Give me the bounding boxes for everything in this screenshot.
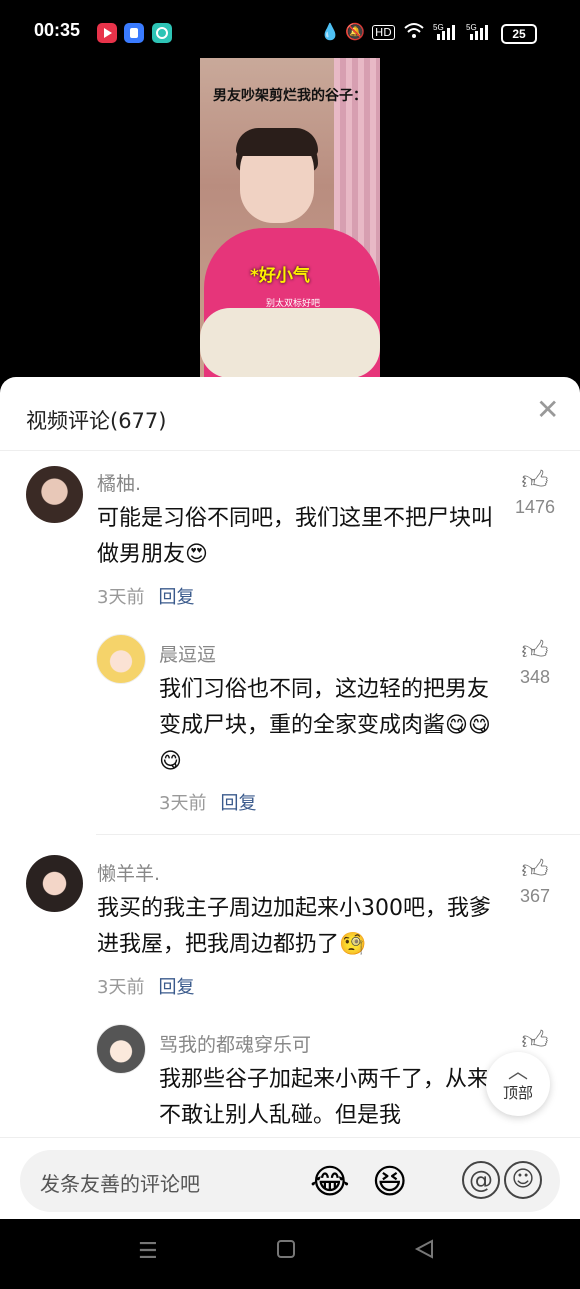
thumbs-up-icon: 👍︎ [521, 466, 549, 496]
droplet-icon: 💧 [320, 22, 340, 41]
bell-off-icon: 🔕 [345, 22, 365, 41]
comment-meta: 3天前 回复 [97, 583, 194, 609]
like-button[interactable]: 👍︎ 348 [505, 635, 565, 688]
avatar[interactable] [96, 1024, 146, 1074]
reply-button[interactable]: 回复 [158, 977, 194, 998]
comment-input[interactable]: 发条友善的评论吧 😂 😆 @ ☺ [20, 1150, 560, 1212]
comments-sheet: 视频评论(677) ✕ 橘柚. 可能是习俗不同吧，我们这里不把尸块叫做男朋友😍 … [0, 377, 580, 1219]
back-to-top-button[interactable]: ︿ 顶部 [486, 1052, 550, 1116]
svg-text:5G: 5G [466, 23, 477, 32]
comment-time: 3天前 [97, 977, 145, 998]
video-caption: *好小气 [250, 266, 310, 286]
clock: 00:35 [34, 20, 81, 40]
avatar[interactable] [96, 634, 146, 684]
comment-time: 3天前 [159, 793, 207, 814]
reply-button[interactable]: 回复 [158, 587, 194, 608]
comments-title: 视频评论(677) [26, 409, 167, 433]
wifi-icon [403, 22, 425, 44]
comment-text: 我那些谷子加起来小两千了，从来不敢让别人乱碰。但是我 [159, 1067, 490, 1128]
video-caption-sub: 别太双标好吧 [266, 299, 321, 309]
like-count: 367 [519, 886, 551, 906]
thumbs-up-icon: 👍︎ [521, 636, 549, 666]
video-bangs [236, 128, 318, 156]
comment-meta: 3天前 回复 [97, 973, 194, 999]
reply-button[interactable]: 回复 [220, 793, 256, 814]
mention-icon[interactable]: @ [462, 1161, 500, 1199]
comment-username[interactable]: 橘柚. [97, 469, 141, 496]
menu-icon[interactable]: ☰ [138, 1239, 158, 1264]
thumbs-up-icon: 👍︎ [521, 855, 549, 885]
back-triangle-icon[interactable] [414, 1239, 434, 1265]
emoji-grin-squint-icon[interactable]: 😆 [372, 1162, 407, 1202]
like-button[interactable]: 👍︎ 367 [505, 854, 565, 907]
emoji-laugh-tears-icon[interactable]: 😂 [310, 1162, 350, 1202]
app-icon-teal [152, 23, 172, 43]
like-count: 348 [519, 667, 551, 687]
comment-username[interactable]: 晨逗逗 [159, 640, 216, 667]
header-divider [0, 450, 580, 451]
comment-divider [96, 834, 580, 835]
avatar[interactable] [26, 466, 83, 523]
video-arms [200, 308, 380, 378]
comment-input-bar: 发条友善的评论吧 😂 😆 @ ☺ [0, 1137, 580, 1219]
comment-text: 可能是习俗不同吧，我们这里不把尸块叫做男朋友😍 [97, 506, 494, 567]
like-button[interactable]: 👍︎ 1476 [505, 465, 565, 518]
comment-text: 我们习俗也不同，这边轻的把男友变成尸块，重的全家变成肉酱😋😋😋 [159, 677, 491, 774]
home-square-icon[interactable] [276, 1239, 296, 1265]
status-bar: 00:35 💧 🔕 HD 5G 5G 25 [0, 0, 580, 64]
avatar[interactable] [26, 855, 83, 912]
app-icon-blue [124, 23, 144, 43]
video-title: 男友吵架剪烂我的谷子： [213, 88, 367, 104]
signal-5g-icon-2: 5G [466, 22, 492, 46]
app-icon-video [97, 23, 117, 43]
system-nav-bar: ☰ [0, 1219, 580, 1289]
comment-meta: 3天前 回复 [159, 789, 256, 815]
hd-icon: HD [372, 25, 395, 40]
comment-time: 3天前 [97, 587, 145, 608]
like-count: 1476 [514, 497, 556, 517]
comment-text: 我买的我主子周边加起来小300吧，我爹进我屋，把我周边都扔了🧐 [97, 896, 491, 957]
back-to-top-label: 顶部 [502, 1084, 533, 1102]
signal-5g-icon: 5G [433, 22, 459, 46]
emoji-picker-icon[interactable]: ☺ [504, 1161, 542, 1199]
comment-input-placeholder: 发条友善的评论吧 [40, 1172, 200, 1196]
svg-text:5G: 5G [433, 23, 444, 32]
comment-username[interactable]: 懒羊羊. [97, 859, 160, 886]
video-player[interactable]: 男友吵架剪烂我的谷子： *好小气 别太双标好吧 [200, 58, 380, 378]
close-icon[interactable]: ✕ [536, 393, 559, 426]
battery-indicator: 25 [501, 24, 537, 44]
comment-username[interactable]: 骂我的都魂穿乐可 [159, 1030, 311, 1057]
chevron-up-icon: ︿ [508, 1059, 528, 1083]
